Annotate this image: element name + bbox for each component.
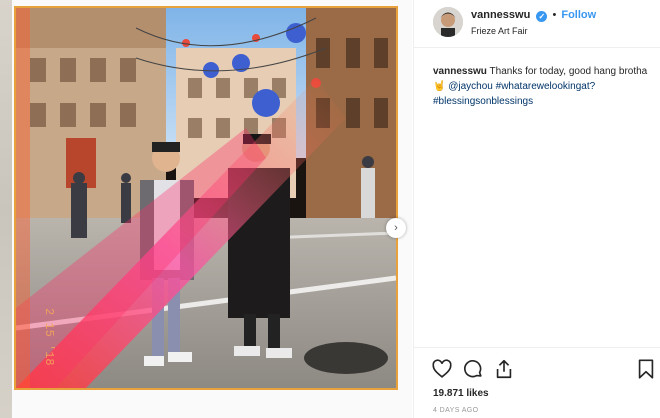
caption-mention[interactable]: @jaychou [448, 81, 493, 92]
action-bar: 19.871 likes 4 DAYS AGO [414, 347, 660, 418]
photo-illustration: 2 15 '18 [16, 8, 396, 388]
bookmark-icon[interactable] [635, 358, 657, 380]
post-timestamp: 4 DAYS AGO [433, 407, 479, 414]
username-link[interactable]: vannesswu [471, 9, 530, 21]
avatar[interactable] [433, 7, 463, 37]
post-details-pane: vannesswu ✓ • Follow Frieze Art Fair van… [413, 0, 660, 418]
caption-hashtag[interactable]: #blessingsonblessings [433, 96, 533, 107]
share-icon[interactable] [493, 358, 515, 380]
likes-count[interactable]: 19.871 likes [433, 388, 489, 399]
caption-username[interactable]: vannesswu [433, 66, 487, 77]
separator-dot: • [552, 9, 557, 21]
media-pane: 2 15 '18 › [0, 0, 412, 418]
post-photo[interactable]: 2 15 '18 [14, 6, 398, 390]
chevron-right-icon: › [394, 222, 398, 234]
media-edge-strip [0, 0, 12, 418]
post-caption: vannesswu Thanks for today, good hang br… [433, 64, 648, 109]
heart-icon[interactable] [431, 358, 453, 380]
action-icons [431, 358, 659, 382]
comment-icon[interactable] [462, 358, 484, 380]
carousel-next-button[interactable]: › [386, 218, 406, 238]
header-text: vannesswu ✓ • Follow Frieze Art Fair [471, 9, 596, 36]
location-link[interactable]: Frieze Art Fair [471, 26, 596, 36]
username-row: vannesswu ✓ • Follow [471, 9, 596, 22]
photo-date-stamp: 2 15 '18 [42, 308, 56, 366]
post-header: vannesswu ✓ • Follow Frieze Art Fair [414, 0, 660, 48]
verified-badge-icon: ✓ [536, 11, 548, 22]
caption-hashtag[interactable]: #whatarewelookingat? [496, 81, 596, 92]
avatar-image [433, 7, 463, 37]
follow-button[interactable]: Follow [561, 9, 596, 21]
